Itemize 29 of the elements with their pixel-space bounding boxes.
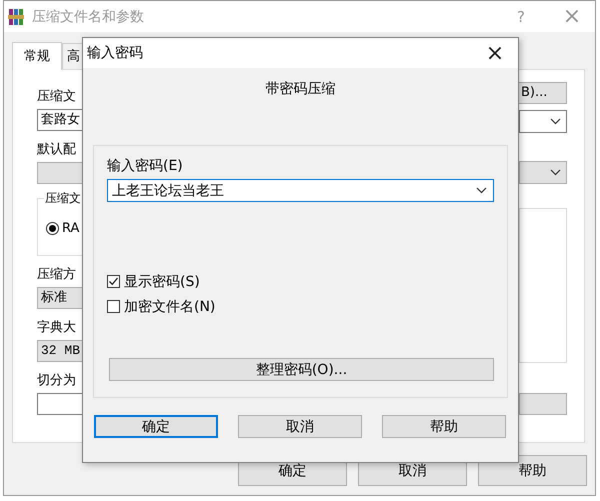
tab[interactable]: 常规 — [12, 42, 62, 70]
chevron-icon — [550, 169, 561, 176]
radio-label: RA — [62, 221, 80, 236]
field-label: 默认配 — [37, 141, 76, 159]
dialog-button[interactable]: 确定 — [94, 415, 218, 438]
dialog-button[interactable]: 取消 — [238, 415, 362, 438]
dialog-button[interactable]: 帮助 — [478, 455, 587, 486]
checkbox[interactable] — [107, 300, 120, 313]
dialog-title: 输入密码 — [87, 44, 144, 62]
dialog-heading: 带密码压缩 — [264, 80, 336, 98]
checkbox-label: 显示密码(S) — [124, 272, 200, 290]
dialog-button[interactable]: 帮助 — [382, 415, 506, 438]
books-icon — [8, 8, 24, 26]
field-label: 压缩方 — [37, 266, 76, 284]
checkbox-label: 加密文件名(N) — [124, 298, 216, 316]
field-label: 字典大 — [37, 319, 76, 337]
checkbox[interactable] — [107, 275, 120, 288]
field-label: 切分为 — [37, 372, 76, 390]
field-label: 输入密码(E) — [107, 157, 184, 175]
field-label: 压缩文 — [37, 88, 76, 106]
dropdown-field[interactable] — [519, 110, 567, 133]
chevron-icon — [550, 118, 561, 125]
manage-passwords-button[interactable]: 整理密码(O)... — [109, 358, 494, 381]
window-title: 压缩文件名和参数 — [32, 8, 145, 26]
radio-button[interactable] — [46, 222, 59, 235]
close-button[interactable]: × — [472, 40, 518, 66]
password-field[interactable]: 上老王论坛当老王 — [107, 179, 494, 202]
dropdown-field[interactable] — [519, 161, 567, 184]
chevron-icon — [476, 187, 487, 194]
